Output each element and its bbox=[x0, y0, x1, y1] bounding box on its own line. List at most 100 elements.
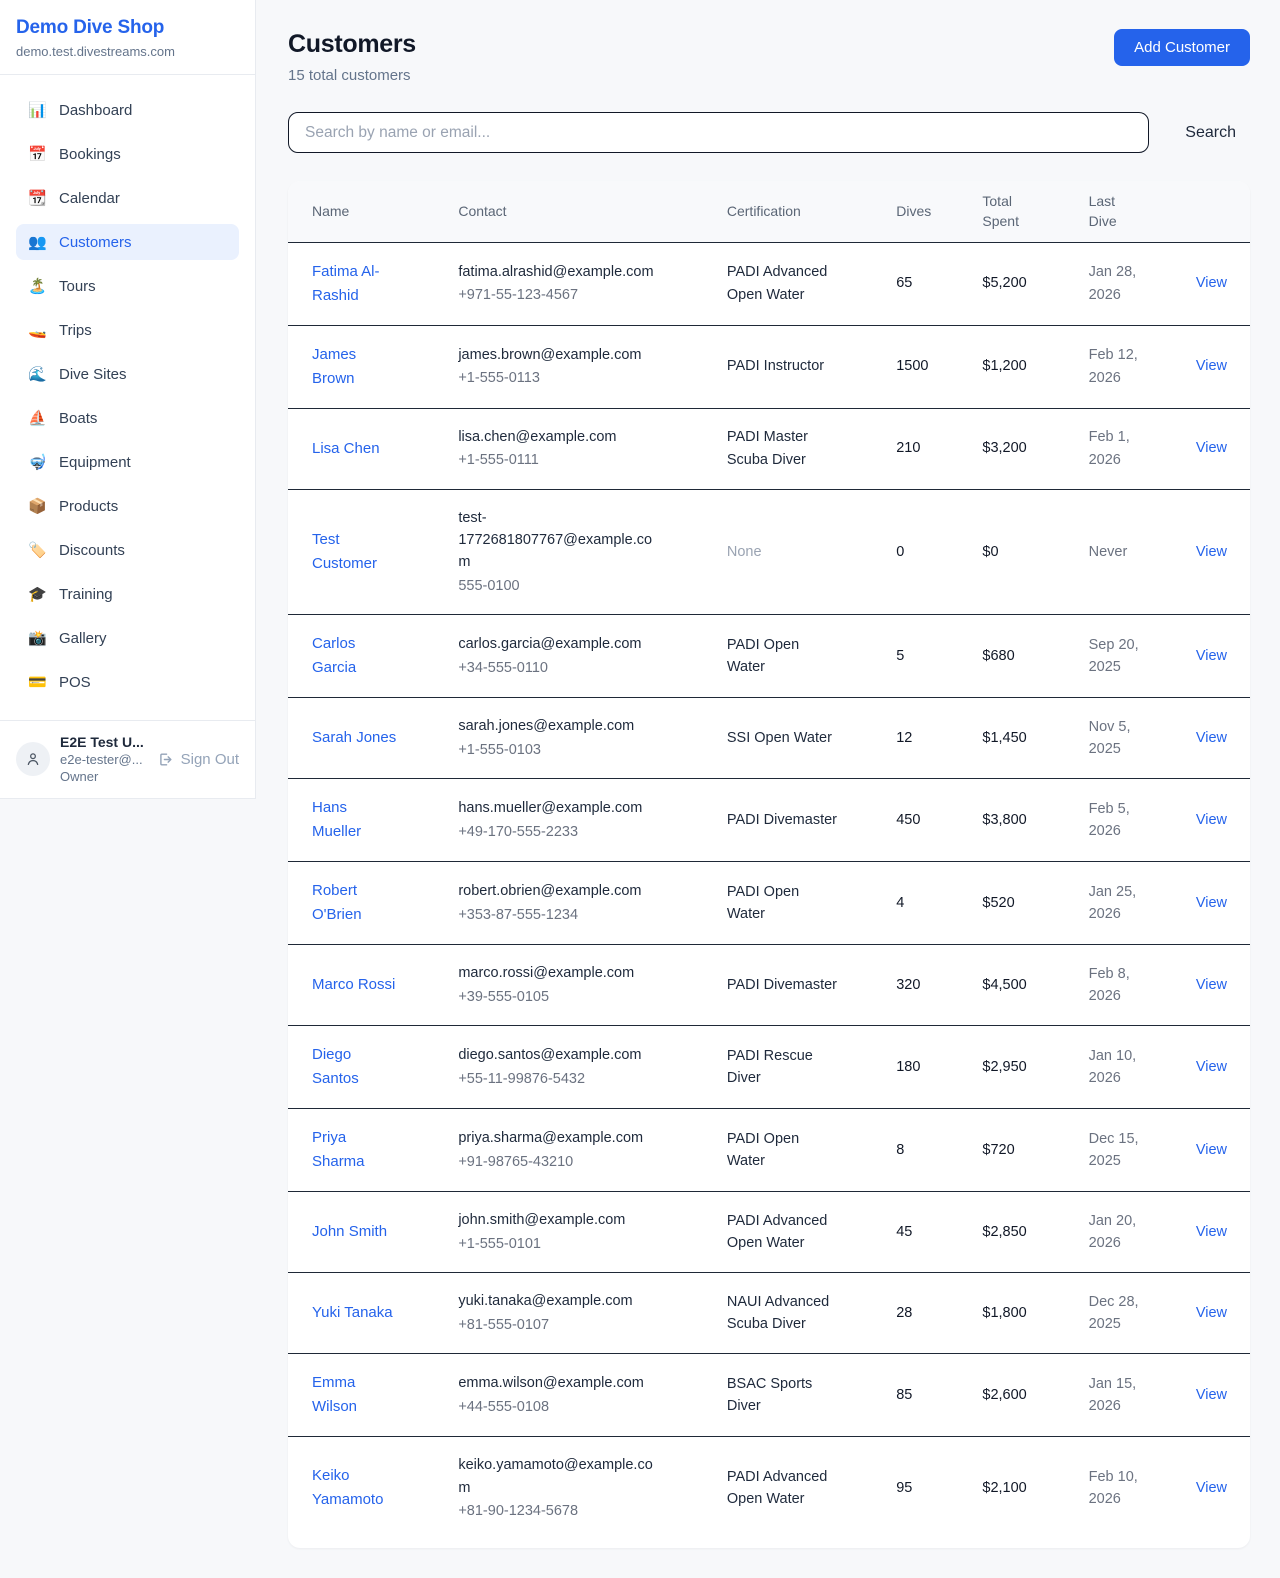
customer-total-spent: $1,800 bbox=[982, 1305, 1026, 1321]
table-row: Diego Santos diego.santos@example.com +5… bbox=[288, 1026, 1250, 1109]
people-icon: 👥 bbox=[28, 235, 47, 250]
customer-total-spent: $0 bbox=[982, 544, 998, 560]
table-row: Robert O'Brien robert.obrien@example.com… bbox=[288, 862, 1250, 945]
table-row: Keiko Yamamoto keiko.yamamoto@example.co… bbox=[288, 1437, 1250, 1548]
package-icon: 📦 bbox=[28, 499, 47, 514]
view-customer-link[interactable]: View bbox=[1196, 275, 1227, 291]
sidebar-item-products[interactable]: 📦 Products bbox=[16, 488, 239, 524]
view-customer-link[interactable]: View bbox=[1196, 1142, 1227, 1158]
customer-last-dive: Jan 25, 2026 bbox=[1089, 884, 1137, 922]
customer-phone: +44-555-0108 bbox=[458, 1396, 654, 1418]
customer-name-link[interactable]: Emma Wilson bbox=[312, 1374, 357, 1415]
customers-table-card: Name Contact Certification Dives Total S… bbox=[288, 181, 1250, 1548]
table-header-row: Name Contact Certification Dives Total S… bbox=[288, 181, 1250, 242]
sidebar-item-label: Bookings bbox=[59, 146, 121, 163]
customer-name-link[interactable]: Test Customer bbox=[312, 531, 377, 572]
sidebar-item-boats[interactable]: ⛵ Boats bbox=[16, 400, 239, 436]
customer-dives: 0 bbox=[896, 544, 904, 560]
sidebar-item-pos[interactable]: 💳 POS bbox=[16, 664, 239, 700]
sidebar-item-discounts[interactable]: 🏷️ Discounts bbox=[16, 532, 239, 568]
sidebar-item-label: Customers bbox=[59, 234, 132, 251]
customer-name-link[interactable]: Hans Mueller bbox=[312, 799, 361, 840]
logout-icon bbox=[157, 751, 174, 768]
sidebar-item-training[interactable]: 🎓 Training bbox=[16, 576, 239, 612]
sidebar-item-gallery[interactable]: 📸 Gallery bbox=[16, 620, 239, 656]
customer-last-dive: Dec 15, 2025 bbox=[1089, 1131, 1139, 1169]
customer-last-dive: Nov 5, 2025 bbox=[1089, 719, 1131, 757]
sign-out-button[interactable]: Sign Out bbox=[157, 751, 239, 768]
label-tag-icon: 🏷️ bbox=[28, 543, 47, 558]
customer-phone: +1-555-0113 bbox=[458, 367, 654, 389]
view-customer-link[interactable]: View bbox=[1196, 730, 1227, 746]
diving-mask-icon: 🤿 bbox=[28, 455, 47, 470]
customer-dives: 8 bbox=[896, 1142, 904, 1158]
sidebar-item-dashboard[interactable]: 📊 Dashboard bbox=[16, 92, 239, 128]
customer-name-link[interactable]: Fatima Al-Rashid bbox=[312, 263, 380, 304]
customer-email: diego.santos@example.com bbox=[458, 1044, 654, 1066]
sidebar-item-equipment[interactable]: 🤿 Equipment bbox=[16, 444, 239, 480]
customer-name-link[interactable]: John Smith bbox=[312, 1223, 387, 1240]
view-customer-link[interactable]: View bbox=[1196, 812, 1227, 828]
customer-dives: 65 bbox=[896, 275, 912, 291]
sidebar-item-calendar[interactable]: 📆 Calendar bbox=[16, 180, 239, 216]
table-row: Marco Rossi marco.rossi@example.com +39-… bbox=[288, 945, 1250, 1026]
customer-email: marco.rossi@example.com bbox=[458, 962, 654, 984]
customer-total-spent: $2,850 bbox=[982, 1224, 1026, 1240]
customer-last-dive: Jan 20, 2026 bbox=[1089, 1213, 1137, 1251]
tear-off-calendar-icon: 📆 bbox=[28, 191, 47, 206]
main-content: Customers 15 total customers Add Custome… bbox=[256, 0, 1280, 1578]
view-customer-link[interactable]: View bbox=[1196, 977, 1227, 993]
sidebar-item-customers[interactable]: 👥 Customers bbox=[16, 224, 239, 260]
customer-name-link[interactable]: Robert O'Brien bbox=[312, 882, 362, 923]
customer-total-spent: $1,450 bbox=[982, 730, 1026, 746]
view-customer-link[interactable]: View bbox=[1196, 1224, 1227, 1240]
view-customer-link[interactable]: View bbox=[1196, 1480, 1227, 1496]
sidebar-item-bookings[interactable]: 📅 Bookings bbox=[16, 136, 239, 172]
customer-dives: 95 bbox=[896, 1480, 912, 1496]
customer-name-link[interactable]: Yuki Tanaka bbox=[312, 1304, 393, 1321]
column-header-certification: Certification bbox=[715, 181, 884, 242]
speedboat-icon: 🚤 bbox=[28, 323, 47, 338]
customer-name-link[interactable]: Carlos Garcia bbox=[312, 635, 356, 676]
view-customer-link[interactable]: View bbox=[1196, 1387, 1227, 1403]
customer-phone: +91-98765-43210 bbox=[458, 1151, 654, 1173]
view-customer-link[interactable]: View bbox=[1196, 895, 1227, 911]
page-header: Customers 15 total customers Add Custome… bbox=[288, 26, 1250, 84]
customer-total-spent: $4,500 bbox=[982, 977, 1026, 993]
brand-domain: demo.test.divestreams.com bbox=[16, 44, 239, 59]
customer-total-spent: $1,200 bbox=[982, 358, 1026, 374]
customer-last-dive: Feb 12, 2026 bbox=[1089, 347, 1138, 385]
search-input[interactable] bbox=[288, 112, 1149, 153]
customer-name-link[interactable]: James Brown bbox=[312, 346, 356, 387]
wave-icon: 🌊 bbox=[28, 367, 47, 382]
view-customer-link[interactable]: View bbox=[1196, 358, 1227, 374]
customer-name-link[interactable]: Sarah Jones bbox=[312, 729, 396, 746]
sidebar-item-tours[interactable]: 🏝️ Tours bbox=[16, 268, 239, 304]
view-customer-link[interactable]: View bbox=[1196, 1059, 1227, 1075]
customer-name-link[interactable]: Lisa Chen bbox=[312, 440, 380, 457]
customer-email: hans.mueller@example.com bbox=[458, 797, 654, 819]
search-button[interactable]: Search bbox=[1149, 124, 1250, 142]
view-customer-link[interactable]: View bbox=[1196, 1305, 1227, 1321]
customer-dives: 45 bbox=[896, 1224, 912, 1240]
sidebar-item-label: Trips bbox=[59, 322, 92, 339]
customer-certification: None bbox=[727, 544, 762, 560]
customer-email: sarah.jones@example.com bbox=[458, 715, 654, 737]
customer-name-link[interactable]: Marco Rossi bbox=[312, 976, 395, 993]
view-customer-link[interactable]: View bbox=[1196, 544, 1227, 560]
sidebar-item-dive-sites[interactable]: 🌊 Dive Sites bbox=[16, 356, 239, 392]
sailboat-icon: ⛵ bbox=[28, 411, 47, 426]
customer-total-spent: $2,950 bbox=[982, 1059, 1026, 1075]
customer-last-dive: Feb 10, 2026 bbox=[1089, 1469, 1138, 1507]
graduation-cap-icon: 🎓 bbox=[28, 587, 47, 602]
sidebar-item-trips[interactable]: 🚤 Trips bbox=[16, 312, 239, 348]
view-customer-link[interactable]: View bbox=[1196, 440, 1227, 456]
add-customer-button[interactable]: Add Customer bbox=[1114, 29, 1250, 66]
customer-name-link[interactable]: Diego Santos bbox=[312, 1046, 359, 1087]
camera-flash-icon: 📸 bbox=[28, 631, 47, 646]
view-customer-link[interactable]: View bbox=[1196, 648, 1227, 664]
customers-table: Name Contact Certification Dives Total S… bbox=[288, 181, 1250, 1548]
customer-name-link[interactable]: Priya Sharma bbox=[312, 1129, 365, 1170]
customer-name-link[interactable]: Keiko Yamamoto bbox=[312, 1467, 383, 1508]
customer-phone: +55-11-99876-5432 bbox=[458, 1068, 654, 1090]
